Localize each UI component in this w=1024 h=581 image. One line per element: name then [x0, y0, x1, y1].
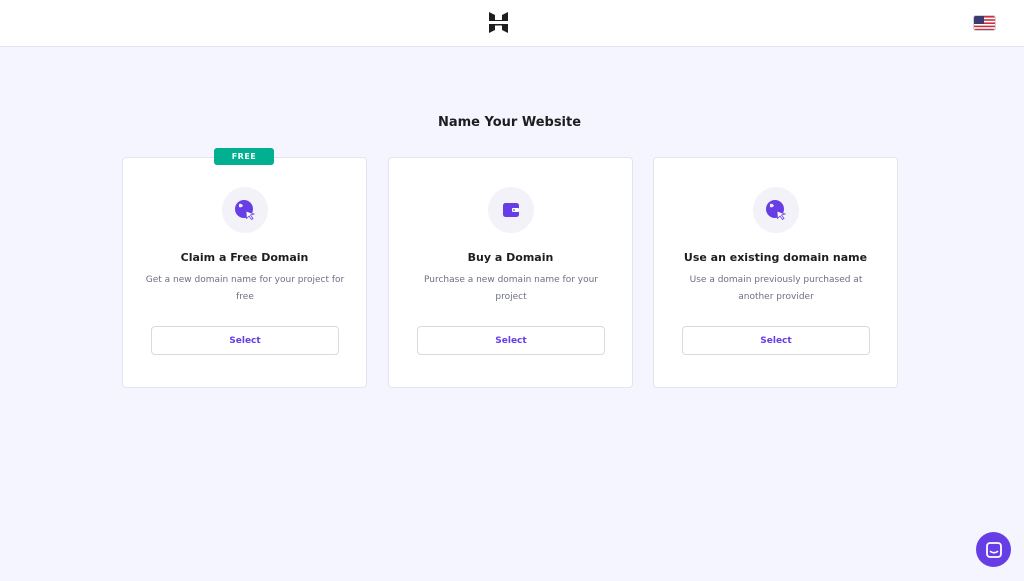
- card-title: Use an existing domain name: [683, 251, 868, 264]
- globe-cursor-icon: [753, 187, 799, 233]
- page-title: Name Your Website: [437, 115, 582, 130]
- buy-domain-card: Buy a Domain Purchase a new domain name …: [388, 157, 633, 388]
- claim-free-domain-card: Claim a Free Domain Get a new domain nam…: [122, 157, 367, 388]
- card-description: Purchase a new domain name for your proj…: [424, 275, 598, 302]
- chat-button[interactable]: [976, 532, 1011, 567]
- select-buy-domain-button[interactable]: Select: [417, 326, 605, 355]
- card-description: Get a new domain name for your project f…: [145, 275, 345, 302]
- hostinger-logo-icon[interactable]: [488, 12, 509, 33]
- chat-icon: [985, 541, 1002, 558]
- existing-domain-card: Use an existing domain name Use a domain…: [653, 157, 898, 388]
- card-description: Use a domain previously purchased at ano…: [689, 275, 863, 302]
- top-bar: [0, 0, 1024, 47]
- select-free-domain-button[interactable]: Select: [151, 326, 339, 355]
- free-badge: FREE: [214, 148, 274, 165]
- select-existing-domain-button[interactable]: Select: [682, 326, 870, 355]
- us-flag-icon[interactable]: [973, 15, 996, 31]
- card-title: Claim a Free Domain: [180, 251, 309, 264]
- globe-cursor-icon: [222, 187, 268, 233]
- wallet-icon: [488, 187, 534, 233]
- card-title: Buy a Domain: [467, 251, 554, 264]
